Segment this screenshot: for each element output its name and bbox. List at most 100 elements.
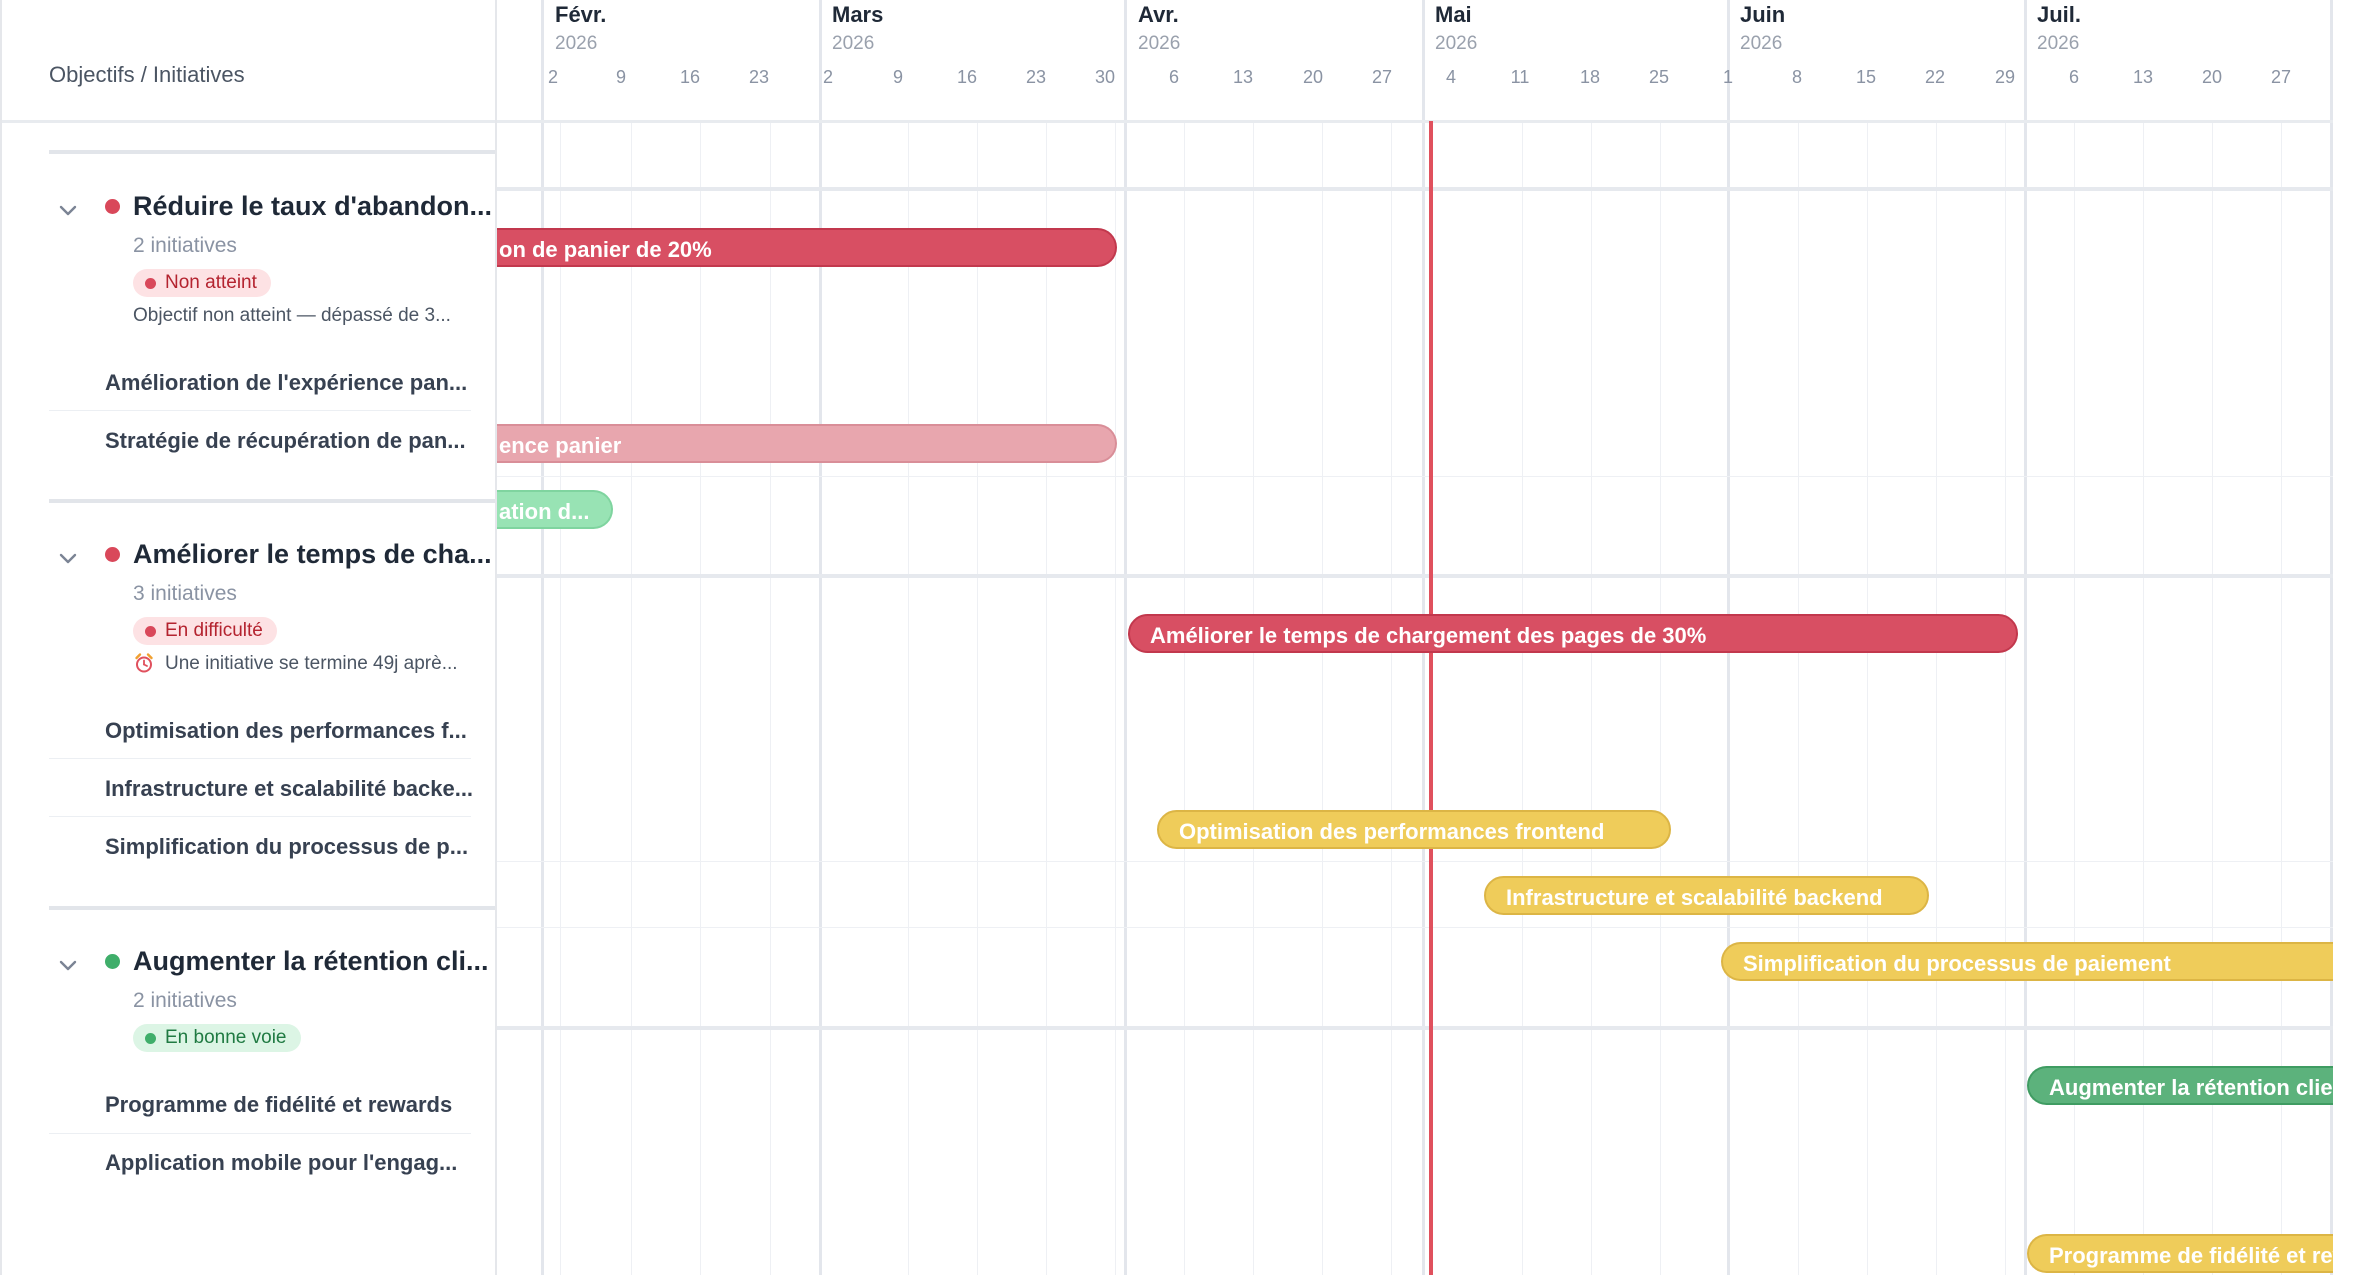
week-gridline: [1522, 120, 1523, 1275]
initiative-count: 2 initiatives: [133, 234, 237, 257]
week-gridline: [1591, 120, 1592, 1275]
initiative-bar-recuperation[interactable]: ation d...: [497, 490, 613, 529]
week-label: 16: [679, 67, 701, 87]
status-badge: En difficulté: [133, 617, 277, 645]
row-separator: [49, 758, 471, 759]
group-separator: [497, 187, 2333, 191]
week-label: 8: [1791, 67, 1802, 87]
week-label: 1: [1722, 67, 1733, 87]
week-label: 11: [1510, 67, 1530, 87]
week-label: 4: [1445, 67, 1456, 87]
week-gridline: [2005, 120, 2006, 1275]
month-label: Avr.: [1138, 2, 1179, 27]
week-label: 2: [822, 67, 833, 87]
chevron-down-icon[interactable]: [55, 953, 81, 979]
panel-edge: [0, 0, 2, 1275]
initiative-row-label[interactable]: Amélioration de l'expérience pan...: [105, 370, 467, 396]
objective-bar-abandon[interactable]: on de panier de 20%: [497, 228, 1117, 267]
status-badge: En bonne voie: [133, 1024, 301, 1052]
week-label: 13: [2132, 67, 2154, 87]
chevron-down-icon[interactable]: [55, 546, 81, 572]
week-label: 30: [1094, 67, 1116, 87]
initiative-count: 2 initiatives: [133, 989, 237, 1012]
week-label: 20: [2201, 67, 2223, 87]
month-label: Juil.: [2037, 2, 2082, 27]
row-separator: [497, 476, 2333, 477]
week-label: 16: [956, 67, 978, 87]
week-label: 20: [1302, 67, 1324, 87]
status-dot: [105, 954, 120, 969]
objective-title[interactable]: Améliorer le temps de cha...: [133, 539, 492, 570]
week-label: 2: [547, 67, 558, 87]
week-label: 25: [1648, 67, 1670, 87]
week-gridline: [631, 120, 632, 1275]
month-year: 2026: [1740, 33, 1783, 54]
objective-bar-retention-client[interactable]: Augmenter la rétention clien: [2027, 1066, 2333, 1105]
month-gridline: [1124, 0, 1127, 1275]
chevron-down-icon[interactable]: [55, 198, 81, 224]
objective-note: Objectif non atteint — dépassé de 3...: [133, 305, 451, 326]
week-label: 6: [1168, 67, 1179, 87]
week-gridline: [1867, 120, 1868, 1275]
week-gridline: [1391, 120, 1392, 1275]
week-gridline: [560, 120, 561, 1275]
group-separator: [49, 906, 495, 910]
month-year: 2026: [2037, 33, 2080, 54]
status-badge-label: Non atteint: [165, 272, 257, 293]
status-badge-dot: [145, 626, 156, 637]
objective-bar-temps-chargement[interactable]: Améliorer le temps de chargement des pag…: [1128, 614, 2018, 653]
row-separator: [49, 816, 471, 817]
week-gridline: [1660, 120, 1661, 1275]
week-label: 27: [1371, 67, 1393, 87]
week-label: 13: [1232, 67, 1254, 87]
week-gridline: [1115, 120, 1116, 1275]
group-separator: [497, 1026, 2333, 1030]
alarm-clock-icon: [135, 653, 153, 673]
initiative-row-label[interactable]: Application mobile pour l'engag...: [105, 1150, 457, 1176]
week-label: 22: [1924, 67, 1946, 87]
week-gridline: [908, 120, 909, 1275]
objective-title[interactable]: Augmenter la rétention cli...: [133, 946, 489, 977]
initiative-row-label[interactable]: Simplification du processus de p...: [105, 834, 468, 860]
week-label: 27: [2270, 67, 2292, 87]
initiative-bar-fidelite-rewards[interactable]: Programme de fidélité et rew: [2027, 1234, 2333, 1273]
week-gridline: [770, 120, 771, 1275]
objective-title[interactable]: Réduire le taux d'abandon...: [133, 191, 492, 222]
month-label: Mars: [832, 2, 884, 27]
row-separator: [49, 410, 471, 411]
status-badge-dot: [145, 278, 156, 289]
status-badge-dot: [145, 1033, 156, 1044]
initiative-row-label[interactable]: Stratégie de récupération de pan...: [105, 428, 466, 454]
row-separator: [49, 1133, 471, 1134]
initiative-row-label[interactable]: Programme de fidélité et rewards: [105, 1092, 452, 1118]
week-label: 6: [2068, 67, 2079, 87]
month-label: Mai: [1435, 2, 1472, 27]
month-gridline: [541, 0, 544, 1275]
initiative-row-label[interactable]: Infrastructure et scalabilité backe...: [105, 776, 473, 802]
week-label: 9: [892, 67, 903, 87]
status-dot: [105, 547, 120, 562]
week-label: 23: [748, 67, 770, 87]
week-gridline: [1184, 120, 1185, 1275]
month-year: 2026: [1435, 33, 1478, 54]
month-label: Févr.: [555, 2, 607, 27]
initiative-bar-infrastructure-backend[interactable]: Infrastructure et scalabilité backend: [1484, 876, 1929, 915]
today-marker: [1429, 121, 1433, 1275]
week-gridline: [1798, 120, 1799, 1275]
initiative-bar-performances-frontend[interactable]: Optimisation des performances frontend: [1157, 810, 1671, 849]
initiative-bar-processus-paiement[interactable]: Simplification du processus de paiement: [1721, 942, 2333, 981]
initiative-count: 3 initiatives: [133, 582, 237, 605]
month-year: 2026: [1138, 33, 1181, 54]
group-separator: [49, 150, 495, 154]
week-label: 29: [1994, 67, 2016, 87]
week-label: 23: [1025, 67, 1047, 87]
initiative-row-label[interactable]: Optimisation des performances f...: [105, 718, 467, 744]
week-gridline: [1253, 120, 1254, 1275]
panel-divider[interactable]: [495, 0, 497, 1275]
week-gridline: [977, 120, 978, 1275]
week-label: 15: [1855, 67, 1877, 87]
initiative-bar-experience-panier[interactable]: ence panier: [497, 424, 1117, 463]
month-year: 2026: [832, 33, 875, 54]
week-gridline: [700, 120, 701, 1275]
row-separator: [497, 861, 2333, 862]
